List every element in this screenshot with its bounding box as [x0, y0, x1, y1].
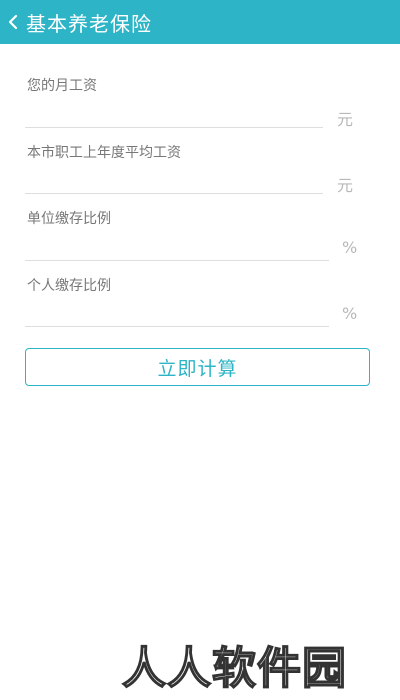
monthly-salary-unit: 元 [337, 110, 354, 129]
app-header: 基本养老保险 [0, 0, 400, 44]
personal-ratio-underline [25, 326, 329, 327]
employer-ratio-unit: % [342, 238, 358, 257]
calculate-button[interactable]: 立即计算 [25, 348, 370, 386]
city-average-salary-input[interactable] [25, 165, 323, 193]
personal-ratio-unit: % [342, 304, 358, 323]
employer-ratio-underline [25, 260, 329, 261]
city-average-salary-underline [25, 193, 323, 194]
employer-ratio-label: 单位缴存比例 [27, 211, 111, 227]
monthly-salary-input[interactable] [25, 98, 323, 126]
employer-ratio-input[interactable] [25, 232, 329, 260]
watermark-logo: 人人软件园 [121, 642, 347, 695]
chevron-left-icon [8, 14, 18, 30]
page-title: 基本养老保险 [26, 11, 152, 36]
city-average-salary-label: 本市职工上年度平均工资 [27, 145, 181, 161]
city-average-salary-unit: 元 [337, 176, 354, 195]
back-button[interactable] [4, 0, 22, 44]
monthly-salary-underline [25, 127, 323, 128]
personal-ratio-input[interactable] [25, 298, 329, 326]
personal-ratio-label: 个人缴存比例 [27, 278, 111, 294]
monthly-salary-label: 您的月工资 [27, 78, 97, 94]
